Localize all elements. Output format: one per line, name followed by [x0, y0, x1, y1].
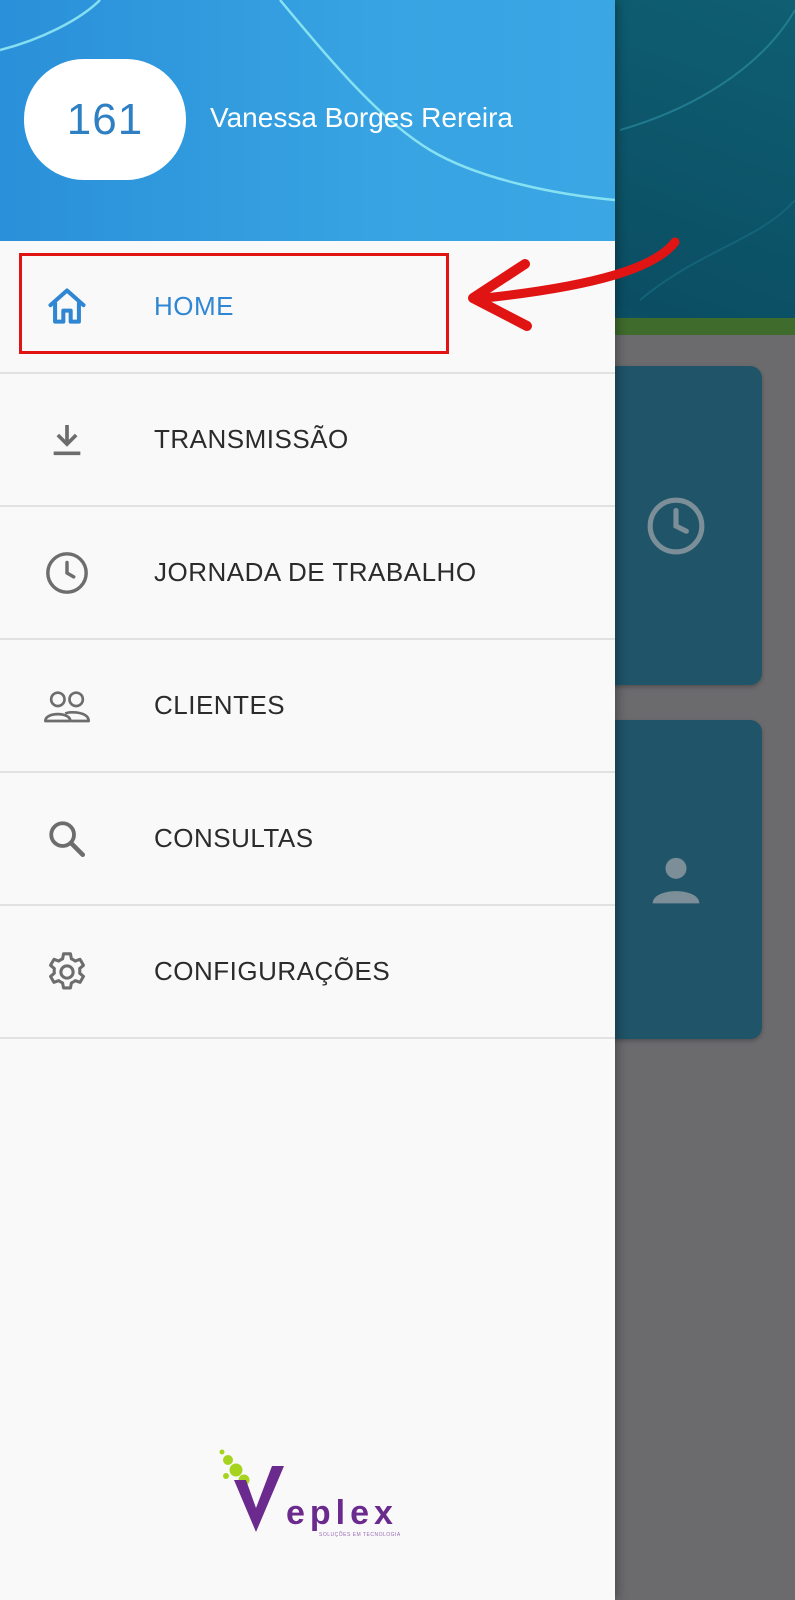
- user-name: Vanessa Borges Rereira: [210, 102, 513, 133]
- user-id-badge: 161: [24, 59, 186, 180]
- menu-item-clientes[interactable]: CLIENTES: [0, 640, 615, 773]
- menu-item-jornada-de-trabalho[interactable]: JORNADA DE TRABALHO: [0, 507, 615, 640]
- menu-item-label: CLIENTES: [154, 690, 286, 720]
- veplex-logo: eplex SOLUÇÕES EM TECNOLOGIA: [214, 1446, 414, 1546]
- menu-item-label: CONFIGURAÇÕES: [154, 956, 391, 986]
- menu-item-consultas[interactable]: CONSULTAS: [0, 773, 615, 906]
- annotation-arrow: [468, 237, 680, 331]
- logo-tagline: SOLUÇÕES EM TECNOLOGIA: [319, 1532, 401, 1538]
- menu-item-label: CONSULTAS: [154, 823, 314, 853]
- people-icon: [42, 681, 92, 731]
- menu-item-label: JORNADA DE TRABALHO: [154, 557, 477, 587]
- menu-item-label: TRANSMISSÃO: [154, 424, 349, 454]
- drawer-header: 161 Vanessa Borges Rereira: [0, 0, 615, 241]
- search-icon: [42, 814, 92, 864]
- download-icon: [42, 415, 92, 465]
- annotation-highlight-box: [19, 253, 449, 354]
- clock-icon: [645, 495, 707, 557]
- menu-item-configuracoes[interactable]: CONFIGURAÇÕES: [0, 906, 615, 1039]
- person-icon: [648, 852, 704, 908]
- gear-icon: [42, 947, 92, 997]
- menu-item-transmissao[interactable]: TRANSMISSÃO: [0, 374, 615, 507]
- drawer-menu: HOME TRANSMISSÃO JORNADA DE TRABALHO CLI…: [0, 241, 615, 1039]
- logo-wordmark: eplex: [286, 1494, 398, 1532]
- clock-icon: [42, 548, 92, 598]
